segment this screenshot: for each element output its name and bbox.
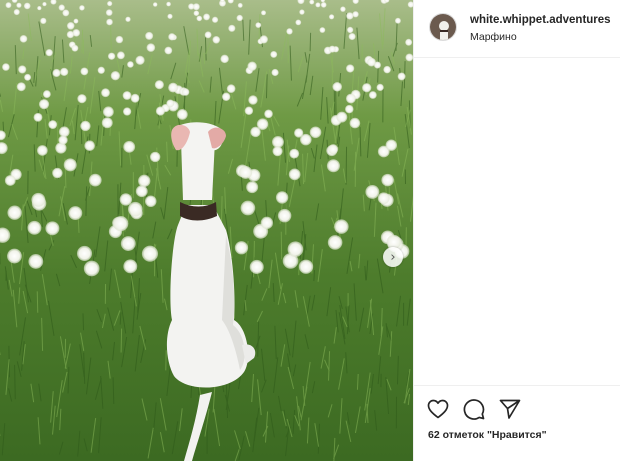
avatar[interactable] bbox=[429, 13, 457, 41]
paper-plane-icon[interactable] bbox=[498, 397, 522, 421]
post-sidebar: white.whippet.adventures Марфино 62 отме… bbox=[413, 0, 620, 461]
chevron-right-icon: › bbox=[390, 249, 396, 265]
username-link[interactable]: white.whippet.adventures bbox=[470, 14, 611, 26]
photo-canvas bbox=[0, 0, 413, 461]
actions-divider bbox=[414, 385, 620, 386]
heart-icon[interactable] bbox=[426, 397, 450, 421]
comment-icon[interactable] bbox=[462, 397, 486, 421]
next-photo-button[interactable]: › bbox=[383, 247, 403, 267]
post-photo[interactable]: › bbox=[0, 0, 413, 461]
post-header: white.whippet.adventures Марфино bbox=[414, 0, 620, 58]
post-actions bbox=[426, 397, 522, 421]
location-link[interactable]: Марфино bbox=[470, 31, 517, 43]
dog-avatar-icon bbox=[430, 14, 456, 40]
likes-count[interactable]: 62 отметок "Нравится" bbox=[428, 429, 547, 441]
